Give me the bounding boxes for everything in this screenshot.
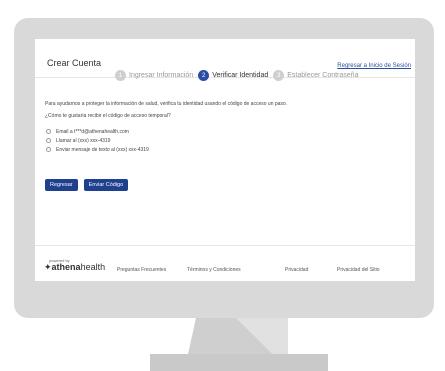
option-label: Enviar mensaje de texto al (xxx) xxx-431… bbox=[56, 146, 149, 153]
screen: Regresar a Inicio de Sesión Crear Cuenta… bbox=[35, 39, 415, 281]
progress-steps: 1 Ingresar Información 2 Verificar Ident… bbox=[115, 70, 363, 81]
footer: powered by ✦athenahealth Preguntas Frecu… bbox=[35, 245, 415, 282]
terms-link[interactable]: Términos y Condiciones bbox=[187, 267, 241, 273]
step-2: 2 Verificar Identidad bbox=[198, 70, 268, 81]
delivery-options: Email a t***d@athenahealth.com Llamar al… bbox=[46, 127, 149, 154]
option-email[interactable]: Email a t***d@athenahealth.com bbox=[46, 127, 149, 136]
radio-button[interactable] bbox=[46, 138, 51, 143]
verify-message: Para ayudarnos a proteger la información… bbox=[45, 101, 288, 107]
action-buttons: Regresar Enviar Código bbox=[45, 179, 134, 191]
step-label: Verificar Identidad bbox=[212, 72, 269, 79]
send-code-button[interactable]: Enviar Código bbox=[83, 179, 129, 191]
radio-button[interactable] bbox=[46, 147, 51, 152]
radio-button[interactable] bbox=[46, 129, 51, 134]
back-button[interactable]: Regresar bbox=[45, 179, 78, 191]
privacy-link[interactable]: Privacidad bbox=[285, 267, 308, 273]
step-number: 1 bbox=[115, 70, 126, 81]
step-1: 1 Ingresar Información bbox=[115, 70, 193, 81]
step-number: 3 bbox=[273, 70, 285, 81]
step-label: Establecer Contraseña bbox=[287, 72, 359, 79]
step-label: Ingresar Información bbox=[129, 72, 194, 79]
method-question: ¿Cómo te gustaría recibir el código de a… bbox=[45, 113, 171, 119]
logo-text-light: health bbox=[80, 262, 106, 272]
option-call[interactable]: Llamar al (xxx) xxx-4319 bbox=[46, 136, 149, 145]
step-3: 3 Establecer Contraseña bbox=[273, 70, 358, 81]
site-privacy-link[interactable]: Privacidad del Sitio bbox=[337, 267, 380, 273]
option-text[interactable]: Enviar mensaje de texto al (xxx) xxx-431… bbox=[46, 145, 149, 154]
step-number: 2 bbox=[198, 70, 210, 81]
option-label: Llamar al (xxx) xxx-4319 bbox=[56, 137, 111, 144]
logo-text-bold: athena bbox=[51, 262, 81, 272]
monitor-base bbox=[150, 354, 328, 371]
option-label: Email a t***d@athenahealth.com bbox=[56, 128, 129, 135]
athenahealth-logo: ✦athenahealth bbox=[44, 262, 106, 272]
page-title: Crear Cuenta bbox=[47, 58, 102, 68]
back-to-login-link[interactable]: Regresar a Inicio de Sesión bbox=[337, 63, 411, 69]
faq-link[interactable]: Preguntas Frecuentes bbox=[117, 267, 166, 273]
